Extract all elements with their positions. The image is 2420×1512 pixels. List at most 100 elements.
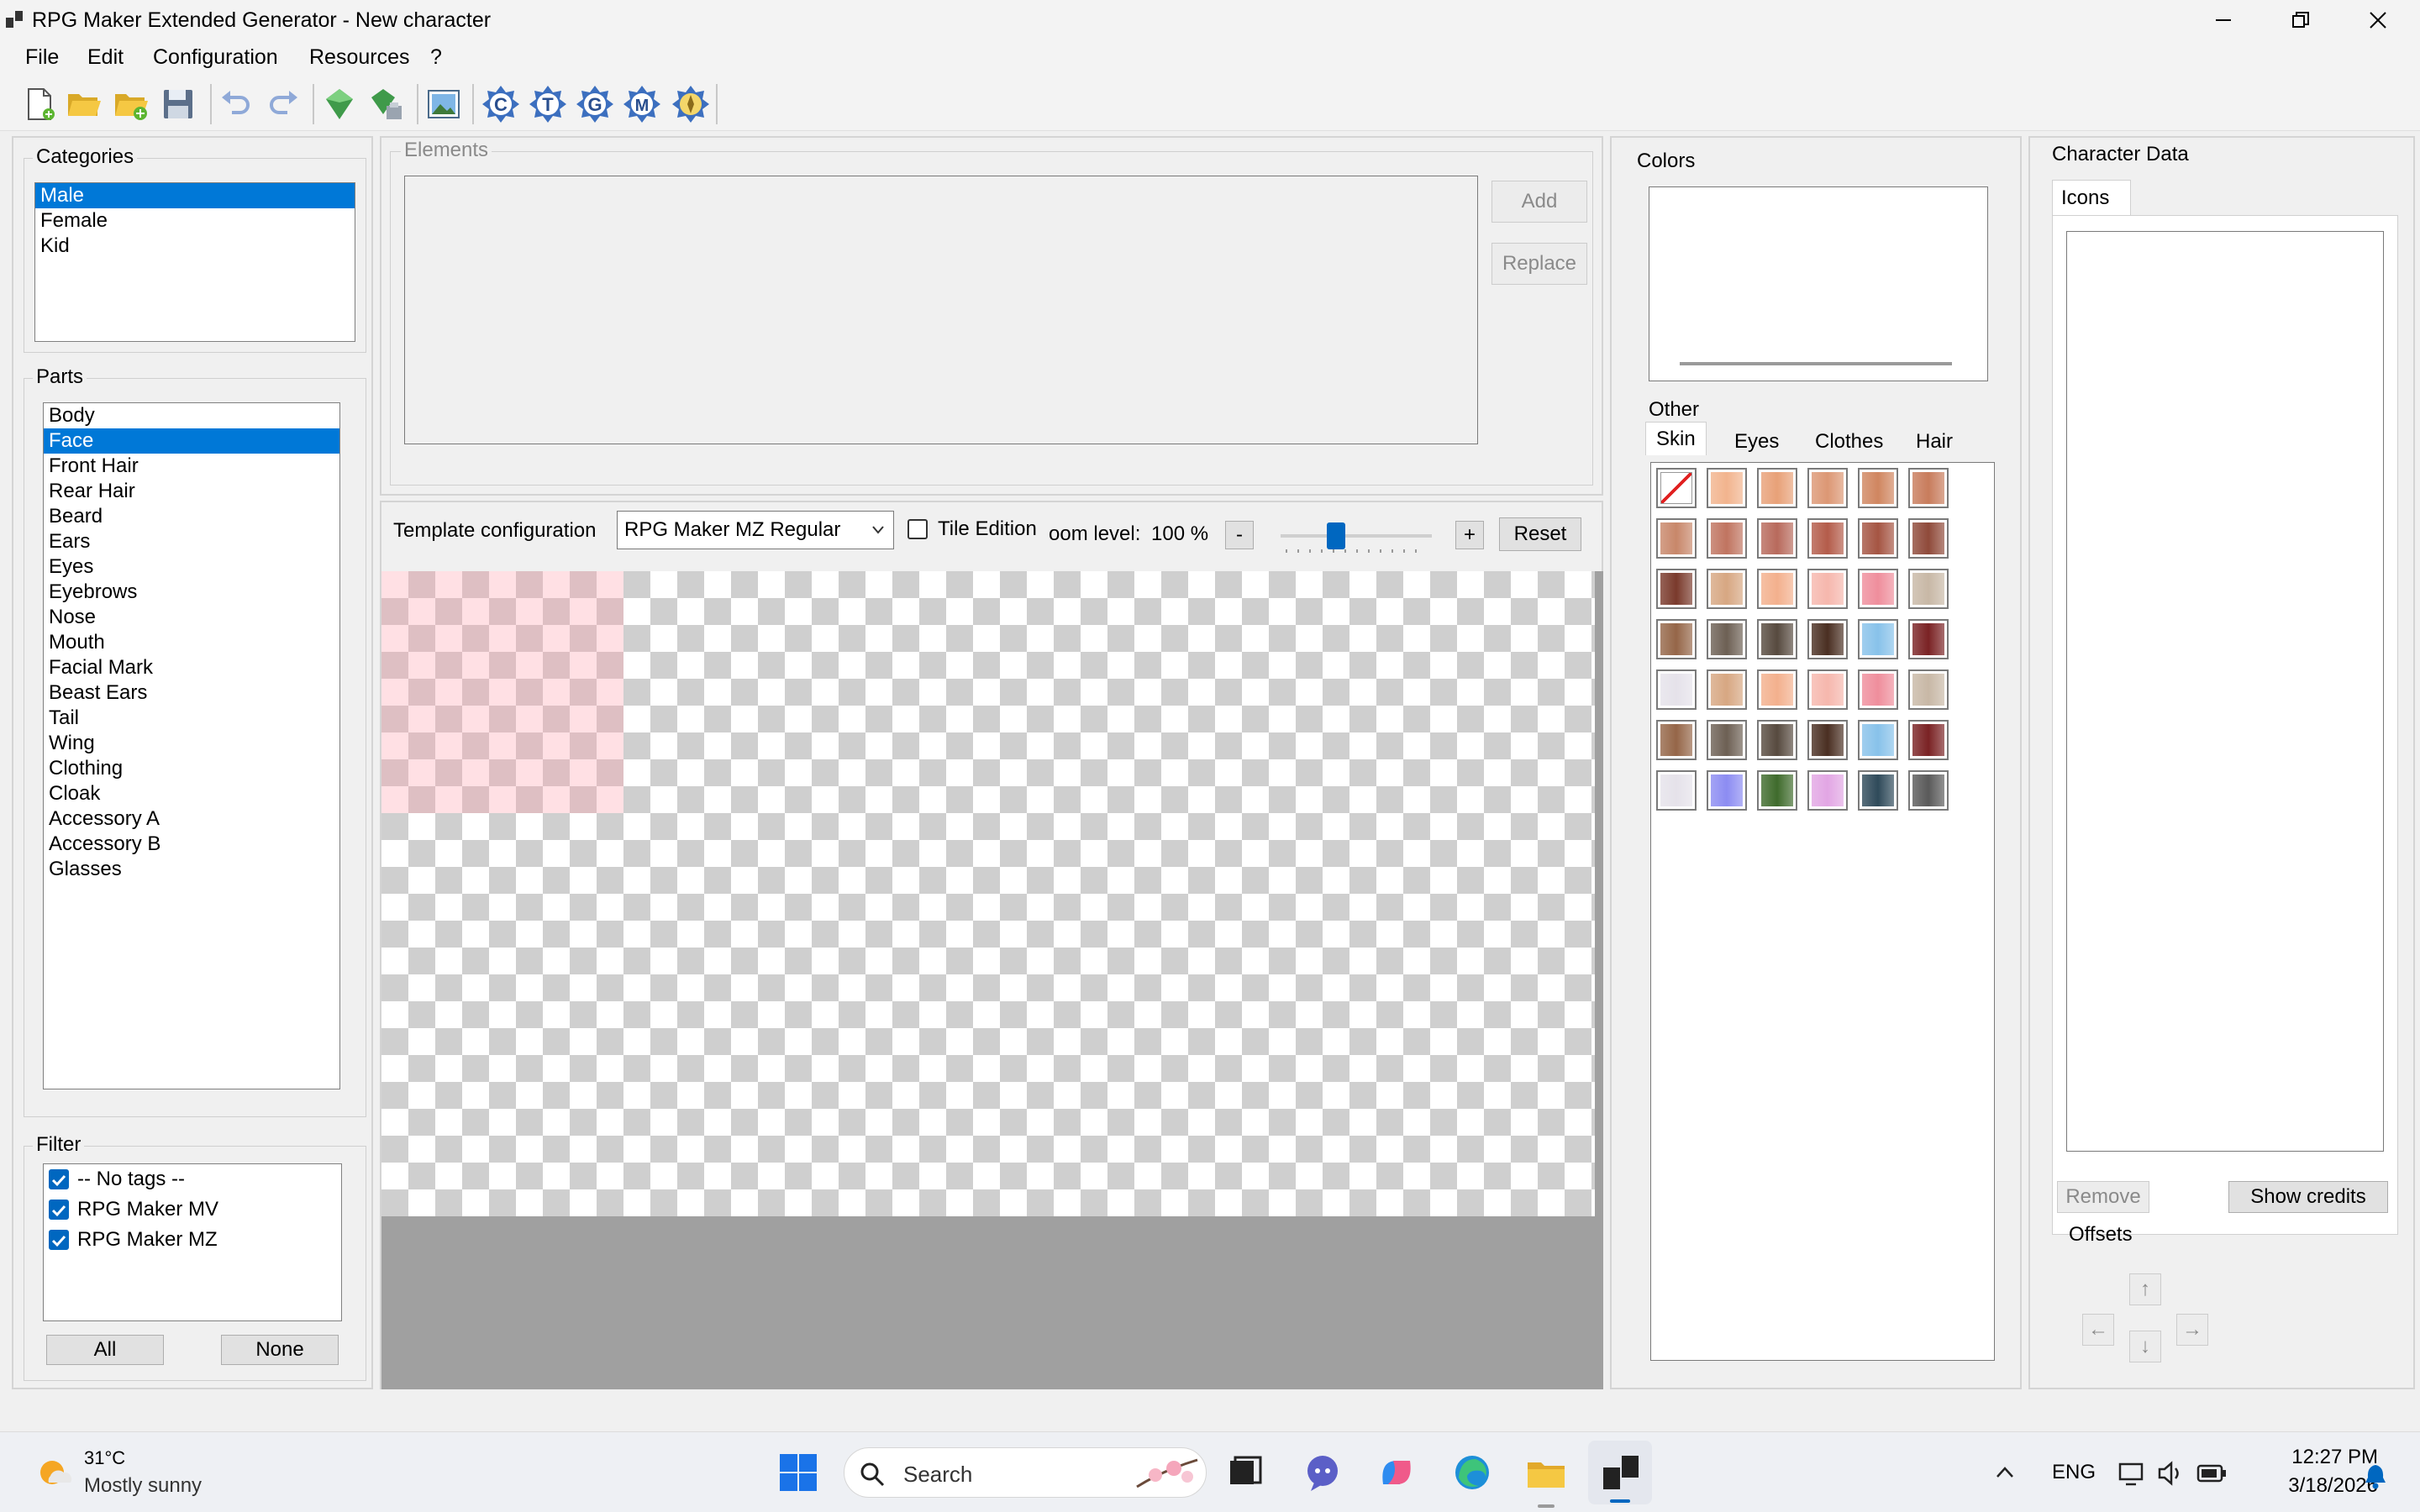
copilot-icon[interactable] bbox=[1376, 1452, 1417, 1493]
network-icon[interactable] bbox=[2118, 1459, 2146, 1488]
replace-button[interactable]: Replace bbox=[1491, 243, 1587, 285]
tile-edition-checkbox[interactable] bbox=[908, 519, 928, 539]
language-indicator[interactable]: ENG bbox=[2052, 1461, 2096, 1484]
taskbar-search[interactable]: Search bbox=[844, 1447, 1207, 1498]
menu-file[interactable]: File bbox=[25, 45, 59, 70]
minimize-button[interactable] bbox=[2185, 0, 2262, 40]
menu-resources[interactable]: Resources bbox=[309, 45, 410, 70]
c-button[interactable]: C bbox=[479, 82, 523, 126]
template-select[interactable]: RPG Maker MZ Regular bbox=[617, 511, 894, 549]
color-tab-clothes[interactable]: Clothes bbox=[1805, 425, 1893, 459]
part-item[interactable]: Mouth bbox=[44, 630, 339, 655]
part-item[interactable]: Clothing bbox=[44, 756, 339, 781]
part-item[interactable]: Facial Mark bbox=[44, 655, 339, 680]
filter-checkbox[interactable] bbox=[49, 1230, 69, 1250]
category-item[interactable]: Female bbox=[35, 208, 355, 234]
m-button[interactable]: M bbox=[620, 82, 664, 126]
open-plus-button[interactable] bbox=[109, 82, 153, 126]
icons-area[interactable] bbox=[2066, 231, 2384, 1152]
part-item[interactable]: Tail bbox=[44, 706, 339, 731]
clock-date[interactable]: 3/18/2026 bbox=[2260, 1474, 2378, 1498]
part-item[interactable]: Eyes bbox=[44, 554, 339, 580]
color-swatch[interactable] bbox=[1858, 669, 1898, 710]
part-item[interactable]: Wing bbox=[44, 731, 339, 756]
color-swatch[interactable] bbox=[1807, 619, 1848, 659]
colors-preview-scrollbar[interactable] bbox=[1680, 362, 1952, 365]
battery-icon[interactable] bbox=[2196, 1461, 2227, 1486]
part-item[interactable]: Nose bbox=[44, 605, 339, 630]
offset-up-button[interactable]: ↑ bbox=[2129, 1273, 2161, 1305]
slider-thumb[interactable] bbox=[1327, 522, 1345, 549]
category-item[interactable]: Kid bbox=[35, 234, 355, 259]
color-swatch[interactable] bbox=[1858, 720, 1898, 760]
color-swatch[interactable] bbox=[1656, 569, 1697, 609]
color-swatch[interactable] bbox=[1807, 770, 1848, 811]
color-swatch[interactable] bbox=[1908, 720, 1949, 760]
color-swatch[interactable] bbox=[1656, 720, 1697, 760]
color-swatch[interactable] bbox=[1858, 770, 1898, 811]
color-swatch[interactable] bbox=[1757, 619, 1797, 659]
filter-all-button[interactable]: All bbox=[46, 1335, 164, 1365]
windows-start-icon[interactable] bbox=[778, 1452, 818, 1493]
color-swatch[interactable] bbox=[1908, 770, 1949, 811]
rpg-generator-taskbar-button[interactable] bbox=[1588, 1441, 1652, 1504]
category-item[interactable]: Male bbox=[35, 183, 355, 208]
clock-time[interactable]: 12:27 PM bbox=[2260, 1446, 2378, 1469]
zoom-slider[interactable] bbox=[1281, 517, 1432, 554]
open-button[interactable] bbox=[62, 82, 106, 126]
image-button[interactable] bbox=[422, 82, 466, 126]
close-button[interactable] bbox=[2339, 0, 2417, 40]
parts-list[interactable]: Body Face Front Hair Rear Hair Beard Ears Eyes… bbox=[43, 402, 340, 1089]
elements-area[interactable] bbox=[404, 176, 1478, 444]
color-swatch[interactable] bbox=[1807, 669, 1848, 710]
remove-button[interactable]: Remove bbox=[2057, 1181, 2149, 1213]
color-tab-eyes[interactable]: Eyes bbox=[1724, 425, 1789, 459]
part-item[interactable]: Eyebrows bbox=[44, 580, 339, 605]
color-swatch[interactable] bbox=[1757, 518, 1797, 559]
color-swatch[interactable] bbox=[1858, 569, 1898, 609]
part-item[interactable]: Ears bbox=[44, 529, 339, 554]
colors-preview[interactable] bbox=[1649, 186, 1988, 381]
offset-right-button[interactable]: → bbox=[2176, 1314, 2208, 1346]
t-button[interactable]: T bbox=[526, 82, 570, 126]
color-swatch[interactable] bbox=[1858, 468, 1898, 508]
color-swatch[interactable] bbox=[1807, 518, 1848, 559]
filter-list[interactable]: -- No tags -- RPG Maker MV RPG Maker MZ bbox=[43, 1163, 342, 1321]
filter-checkbox[interactable] bbox=[49, 1200, 69, 1220]
gem-export-button[interactable] bbox=[365, 82, 408, 126]
color-swatch[interactable] bbox=[1757, 770, 1797, 811]
color-swatch[interactable] bbox=[1908, 468, 1949, 508]
color-swatch[interactable] bbox=[1858, 518, 1898, 559]
color-swatch[interactable] bbox=[1858, 619, 1898, 659]
show-credits-button[interactable]: Show credits bbox=[2228, 1181, 2388, 1213]
undo-button[interactable] bbox=[213, 82, 257, 126]
color-swatch[interactable] bbox=[1757, 720, 1797, 760]
menu-configuration[interactable]: Configuration bbox=[153, 45, 278, 70]
part-item[interactable]: Cloak bbox=[44, 781, 339, 806]
tab-icons[interactable]: Icons bbox=[2052, 180, 2131, 217]
color-swatch[interactable] bbox=[1707, 720, 1747, 760]
compass-button[interactable] bbox=[669, 82, 713, 126]
color-swatch[interactable] bbox=[1757, 669, 1797, 710]
g-button[interactable]: G bbox=[573, 82, 617, 126]
color-swatch[interactable] bbox=[1807, 720, 1848, 760]
part-item[interactable]: Accessory A bbox=[44, 806, 339, 832]
color-swatch[interactable] bbox=[1707, 468, 1747, 508]
chevron-up-icon[interactable] bbox=[1995, 1462, 2015, 1483]
color-swatch[interactable] bbox=[1707, 770, 1747, 811]
part-item[interactable]: Front Hair bbox=[44, 454, 339, 479]
chat-app-icon[interactable] bbox=[1302, 1452, 1343, 1493]
color-swatch[interactable] bbox=[1656, 669, 1697, 710]
new-button[interactable] bbox=[18, 82, 62, 126]
color-swatch[interactable] bbox=[1908, 518, 1949, 559]
filter-item[interactable]: RPG Maker MV bbox=[44, 1194, 341, 1225]
filter-item[interactable]: -- No tags -- bbox=[44, 1164, 341, 1194]
color-swatch[interactable] bbox=[1908, 619, 1949, 659]
task-view-icon[interactable] bbox=[1227, 1454, 1264, 1491]
menu-edit[interactable]: Edit bbox=[87, 45, 124, 70]
volume-icon[interactable] bbox=[2156, 1459, 2185, 1488]
color-swatch[interactable] bbox=[1707, 518, 1747, 559]
offset-down-button[interactable]: ↓ bbox=[2129, 1331, 2161, 1362]
part-item[interactable]: Body bbox=[44, 403, 339, 428]
filter-item[interactable]: RPG Maker MZ bbox=[44, 1225, 341, 1255]
